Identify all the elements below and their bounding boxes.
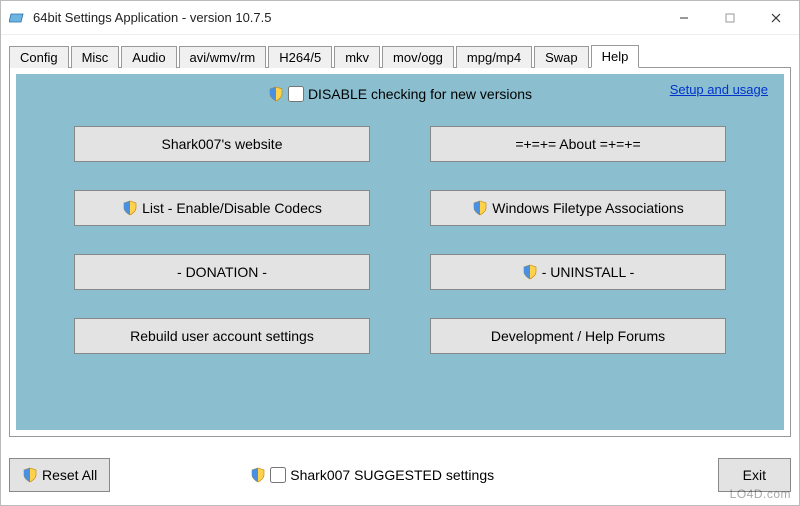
codecs-button[interactable]: List - Enable/Disable Codecs — [74, 190, 370, 226]
tab-mov-ogg[interactable]: mov/ogg — [382, 46, 454, 68]
reset-all-label: Reset All — [42, 467, 97, 483]
maximize-button[interactable] — [707, 1, 753, 34]
disable-update-label: DISABLE checking for new versions — [308, 86, 532, 102]
tab-swap[interactable]: Swap — [534, 46, 589, 68]
bottom-bar: Reset All Shark007 SUGGESTED settings Ex… — [9, 455, 791, 495]
uninstall-button-label: - UNINSTALL - — [542, 264, 635, 280]
close-button[interactable] — [753, 1, 799, 34]
tab-mpg-mp4[interactable]: mpg/mp4 — [456, 46, 532, 68]
minimize-button[interactable] — [661, 1, 707, 34]
tab-mkv[interactable]: mkv — [334, 46, 380, 68]
help-button-grid: Shark007's website =+=+= About =+=+= Lis… — [24, 122, 776, 358]
disable-update-checkbox[interactable] — [288, 86, 304, 102]
donation-button-label: - DONATION - — [177, 264, 267, 280]
shield-icon — [22, 467, 38, 483]
filetype-button[interactable]: Windows Filetype Associations — [430, 190, 726, 226]
top-row: DISABLE checking for new versions Setup … — [24, 82, 776, 106]
rebuild-button-label: Rebuild user account settings — [130, 328, 314, 344]
tab-content-frame: DISABLE checking for new versions Setup … — [9, 67, 791, 437]
app-icon — [9, 10, 25, 26]
shield-icon — [250, 467, 266, 483]
window-controls — [661, 1, 799, 34]
window-title: 64bit Settings Application - version 10.… — [33, 10, 271, 25]
tab-config[interactable]: Config — [9, 46, 69, 68]
tab-avi-wmv-rm[interactable]: avi/wmv/rm — [179, 46, 267, 68]
website-button-label: Shark007's website — [162, 136, 283, 152]
uninstall-button[interactable]: - UNINSTALL - — [430, 254, 726, 290]
tab-h264-5[interactable]: H264/5 — [268, 46, 332, 68]
about-button[interactable]: =+=+= About =+=+= — [430, 126, 726, 162]
rebuild-button[interactable]: Rebuild user account settings — [74, 318, 370, 354]
tab-misc[interactable]: Misc — [71, 46, 120, 68]
setup-usage-link[interactable]: Setup and usage — [670, 82, 768, 97]
suggested-settings-row: Shark007 SUGGESTED settings — [250, 467, 494, 483]
suggested-settings-checkbox[interactable] — [270, 467, 286, 483]
shield-icon — [472, 200, 488, 216]
app-window: 64bit Settings Application - version 10.… — [0, 0, 800, 506]
shield-icon — [268, 86, 284, 102]
suggested-settings-label: Shark007 SUGGESTED settings — [290, 467, 494, 483]
tab-help[interactable]: Help — [591, 45, 640, 68]
shield-icon — [122, 200, 138, 216]
reset-all-button[interactable]: Reset All — [9, 458, 110, 492]
disable-update-check-row: DISABLE checking for new versions — [268, 86, 532, 102]
filetype-button-label: Windows Filetype Associations — [492, 200, 683, 216]
forums-button-label: Development / Help Forums — [491, 328, 665, 344]
watermark: LO4D.com — [730, 487, 791, 501]
forums-button[interactable]: Development / Help Forums — [430, 318, 726, 354]
website-button[interactable]: Shark007's website — [74, 126, 370, 162]
tabstrip: Config Misc Audio avi/wmv/rm H264/5 mkv … — [1, 41, 799, 67]
titlebar: 64bit Settings Application - version 10.… — [1, 1, 799, 35]
shield-icon — [522, 264, 538, 280]
tab-audio[interactable]: Audio — [121, 46, 176, 68]
help-pane: DISABLE checking for new versions Setup … — [16, 74, 784, 430]
about-button-label: =+=+= About =+=+= — [515, 136, 640, 152]
donation-button[interactable]: - DONATION - — [74, 254, 370, 290]
codecs-button-label: List - Enable/Disable Codecs — [142, 200, 322, 216]
